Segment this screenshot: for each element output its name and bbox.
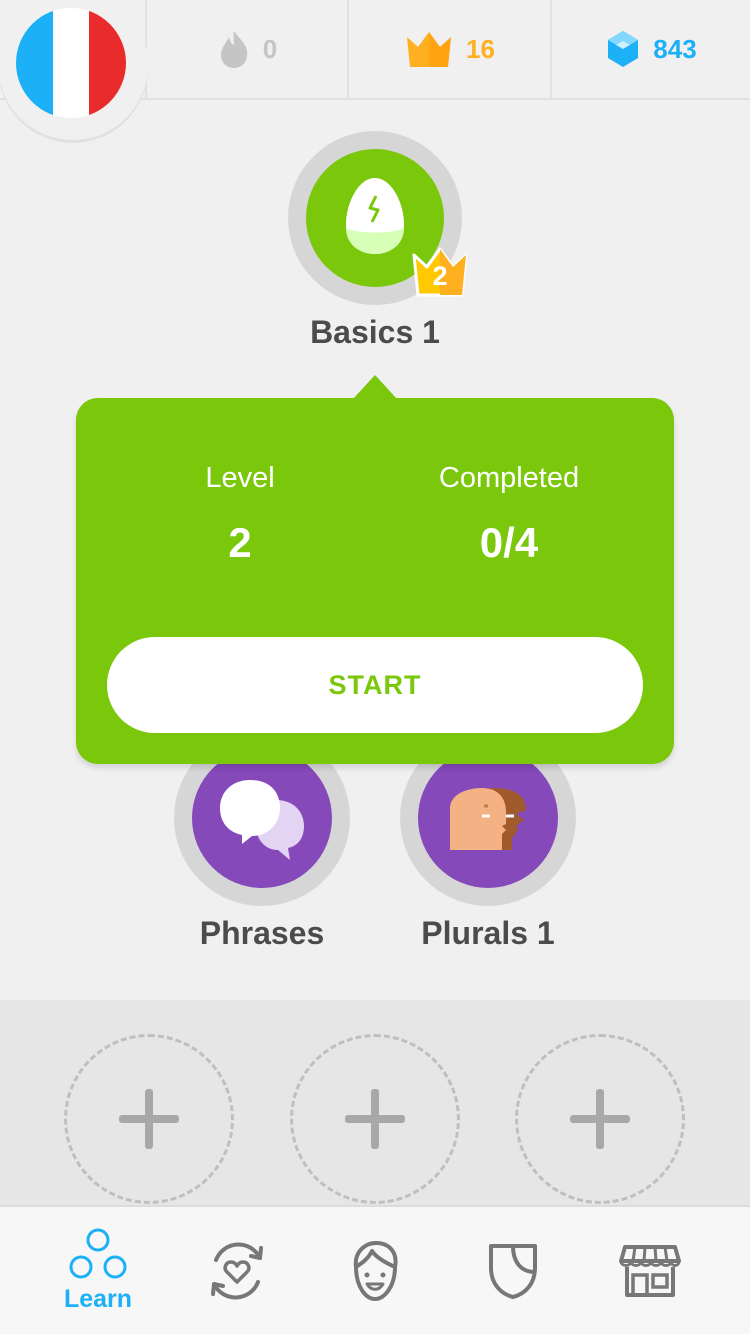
gem-count: 843 xyxy=(653,33,697,64)
level-stat: Level 2 xyxy=(130,462,350,567)
shop-icon xyxy=(619,1244,681,1297)
two-faces-icon xyxy=(450,788,526,850)
streak-count: 0 xyxy=(262,33,278,64)
completed-stat: Completed 0/4 xyxy=(396,462,622,567)
skill-basics-1[interactable]: 2 xyxy=(288,131,468,305)
level-value: 2 xyxy=(228,519,252,566)
add-slot[interactable] xyxy=(64,1034,234,1204)
tab-practice[interactable] xyxy=(162,1207,312,1334)
gem-counter[interactable]: 843 xyxy=(550,0,750,98)
crown-level-badge: 2 xyxy=(410,243,470,301)
skill-plurals-label: Plurals 1 xyxy=(421,915,555,951)
crown-counter[interactable]: 16 xyxy=(347,0,550,98)
practice-heart-icon xyxy=(211,1242,263,1299)
flag-france-icon xyxy=(16,8,126,118)
add-slot[interactable] xyxy=(515,1034,685,1204)
tab-leagues[interactable] xyxy=(438,1207,588,1334)
speech-bubbles-icon xyxy=(220,780,304,860)
add-skill-row xyxy=(0,1000,750,1205)
shield-icon xyxy=(489,1243,537,1299)
language-selector[interactable] xyxy=(0,0,148,140)
start-button[interactable]: START xyxy=(107,637,643,733)
tab-learn[interactable]: Learn xyxy=(23,1207,173,1334)
crown-level-number: 2 xyxy=(432,261,448,291)
plus-icon xyxy=(119,1089,179,1149)
learn-circles-icon xyxy=(69,1228,127,1279)
tab-shop[interactable] xyxy=(575,1207,725,1334)
gem-icon xyxy=(608,31,639,67)
level-label: Level xyxy=(205,462,275,494)
profile-face-icon xyxy=(353,1240,398,1301)
skill-popover: Level 2 Completed 0/4 START xyxy=(76,398,674,764)
cracked-egg-icon xyxy=(346,178,404,254)
plus-icon xyxy=(345,1089,405,1149)
tab-learn-label: Learn xyxy=(63,1285,133,1313)
plus-icon xyxy=(570,1089,630,1149)
flame-icon xyxy=(220,31,248,68)
completed-label: Completed xyxy=(438,462,580,494)
popover-arrow xyxy=(353,375,397,399)
completed-value: 0/4 xyxy=(479,519,539,566)
streak-counter[interactable]: 0 xyxy=(145,0,347,98)
crown-count: 16 xyxy=(466,33,495,64)
skill-basics-label: Basics 1 xyxy=(310,314,440,350)
bottom-tab-bar: Learn xyxy=(0,1205,750,1334)
add-slot[interactable] xyxy=(290,1034,460,1204)
crown-icon xyxy=(407,32,452,67)
tab-profile[interactable] xyxy=(300,1207,450,1334)
